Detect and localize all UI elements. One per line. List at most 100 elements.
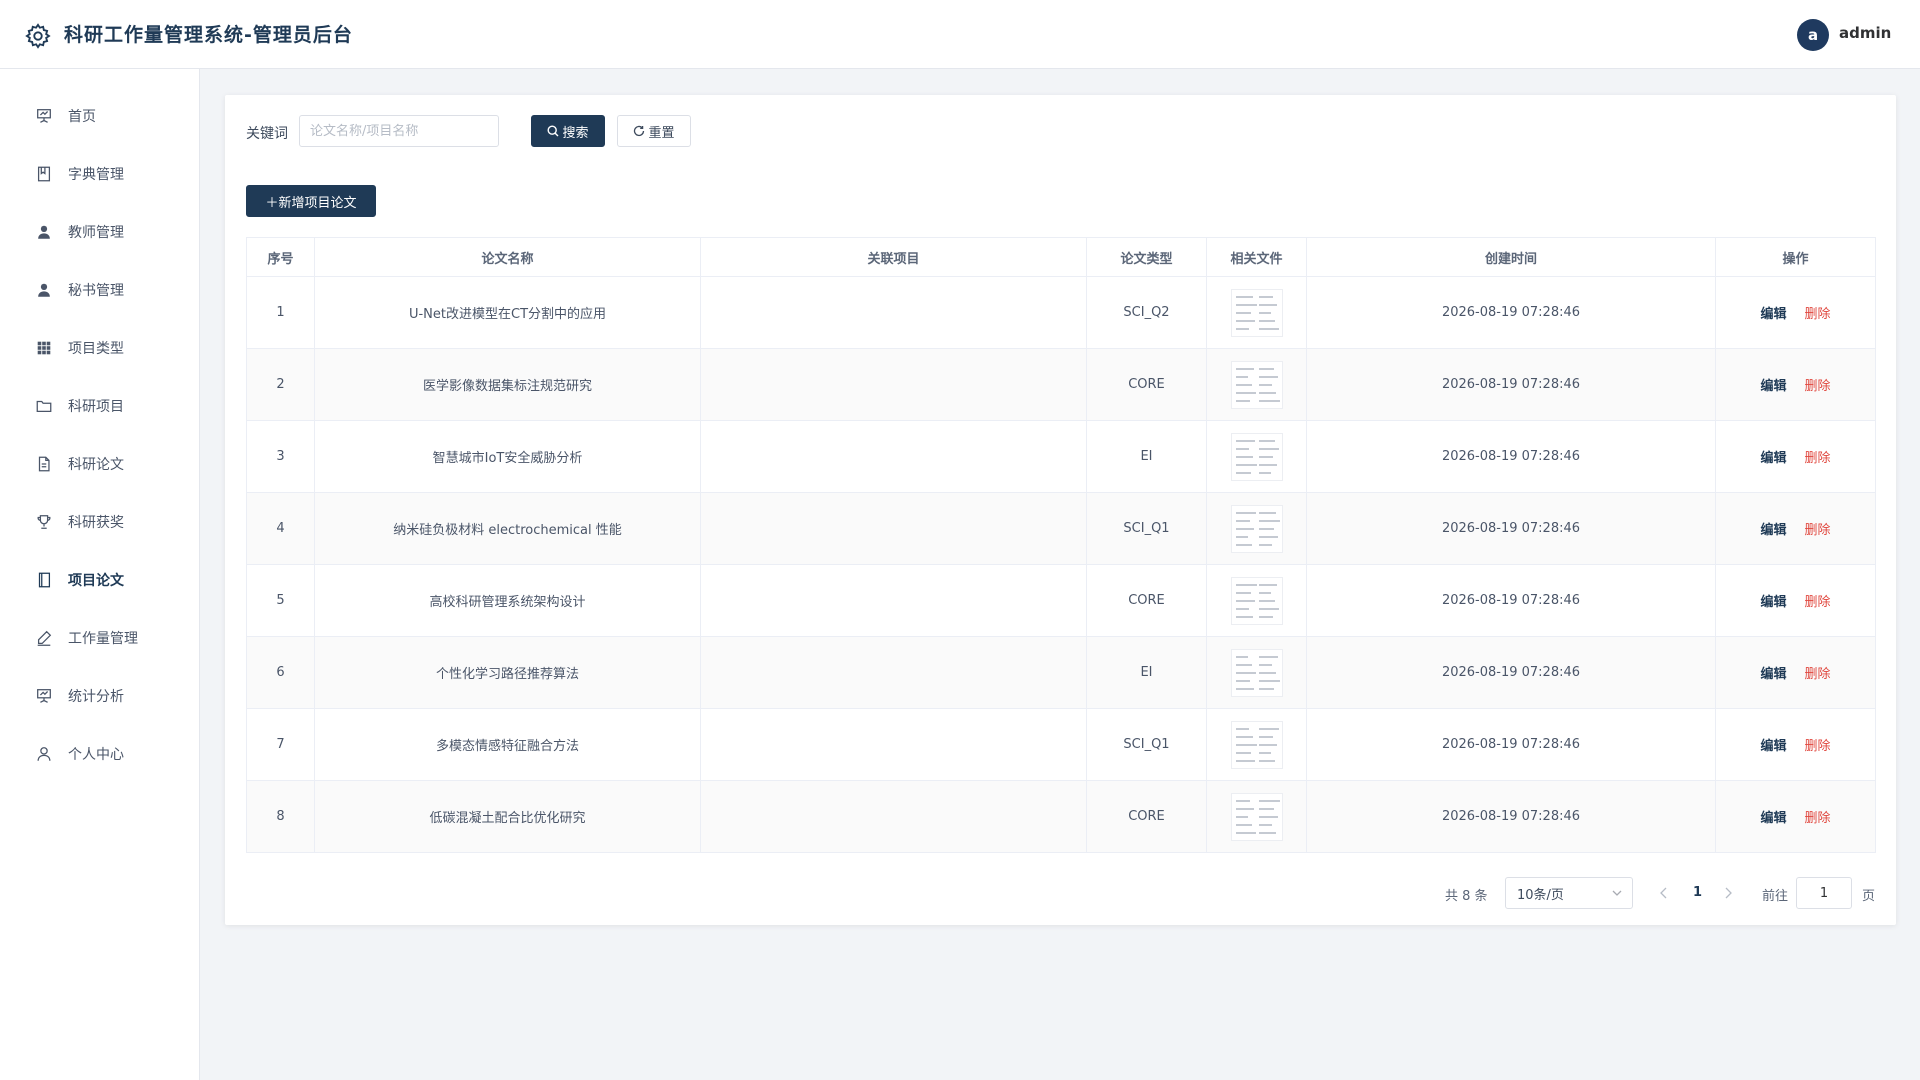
sidebar-item[interactable]: 教师管理: [0, 210, 199, 254]
pagination-current-page[interactable]: 1: [1693, 885, 1702, 900]
avatar[interactable]: a: [1797, 19, 1829, 51]
paper-name: 医学影像数据集标注规范研究: [315, 349, 701, 420]
column-header: 论文名称: [315, 238, 701, 276]
book-icon: [37, 166, 51, 182]
sidebar-item[interactable]: 首页: [0, 94, 199, 138]
sidebar-item-label: 科研项目: [68, 399, 124, 415]
sidebar-item-label: 个人中心: [68, 747, 124, 763]
goto-page-input[interactable]: [1796, 877, 1852, 909]
sidebar-item[interactable]: 科研获奖: [0, 500, 199, 544]
table-header-row: 序号 论文名称 关联项目 论文类型 相关文件 创建时间 操作: [246, 237, 1876, 277]
created-time: 2026-08-19 07:28:46: [1307, 781, 1716, 852]
notebook-icon: [38, 572, 51, 588]
document-thumbnail[interactable]: [1230, 576, 1283, 625]
chevron-right-icon[interactable]: [1723, 886, 1733, 900]
sidebar-item-label: 项目类型: [68, 341, 124, 357]
reset-button[interactable]: 重置: [617, 115, 691, 147]
related-project: [701, 421, 1087, 492]
sidebar-item[interactable]: 科研论文: [0, 442, 199, 486]
row-actions: 编辑 删除: [1716, 349, 1876, 420]
delete-button[interactable]: 删除: [1805, 447, 1831, 466]
created-time: 2026-08-19 07:28:46: [1307, 349, 1716, 420]
delete-button[interactable]: 删除: [1805, 591, 1831, 610]
paper-type: SCI_Q1: [1087, 493, 1207, 564]
search-icon: [547, 125, 559, 137]
keyword-input[interactable]: [299, 115, 499, 147]
delete-button[interactable]: 删除: [1805, 375, 1831, 394]
delete-button[interactable]: 删除: [1805, 519, 1831, 538]
page-size-select[interactable]: 10条/页: [1505, 877, 1633, 909]
sidebar-item-label: 科研论文: [68, 457, 124, 473]
edit-button[interactable]: 编辑: [1760, 735, 1786, 754]
sidebar-item[interactable]: 项目类型: [0, 326, 199, 370]
edit-button[interactable]: 编辑: [1760, 303, 1786, 322]
row-index: 2: [246, 349, 315, 420]
document-thumbnail[interactable]: [1230, 432, 1283, 481]
created-time: 2026-08-19 07:28:46: [1307, 637, 1716, 708]
keyword-label: 关键词: [246, 126, 288, 142]
paper-type: SCI_Q1: [1087, 709, 1207, 780]
username[interactable]: admin: [1839, 24, 1891, 42]
row-actions: 编辑 删除: [1716, 709, 1876, 780]
sidebar-item-label: 秘书管理: [68, 283, 124, 299]
column-header: 创建时间: [1307, 238, 1716, 276]
document-thumbnail[interactable]: [1230, 288, 1283, 337]
document-thumbnail[interactable]: [1230, 792, 1283, 841]
document-thumbnail[interactable]: [1230, 504, 1283, 553]
sidebar-item-label: 首页: [68, 109, 96, 125]
row-index: 8: [246, 781, 315, 852]
created-time: 2026-08-19 07:28:46: [1307, 493, 1716, 564]
presentation-icon: [37, 109, 51, 123]
delete-button[interactable]: 删除: [1805, 303, 1831, 322]
file-cell: [1207, 421, 1307, 492]
paper-type: CORE: [1087, 781, 1207, 852]
add-paper-button-label: ＋新增项目论文: [265, 195, 357, 211]
sidebar-item[interactable]: 科研项目: [0, 384, 199, 428]
pagination: 共 8 条 10条/页 1 前往 页: [225, 877, 1896, 909]
edit-button[interactable]: 编辑: [1760, 807, 1786, 826]
sidebar-item[interactable]: 个人中心: [0, 732, 199, 776]
edit-button[interactable]: 编辑: [1760, 447, 1786, 466]
row-index: 6: [246, 637, 315, 708]
document-icon: [38, 456, 50, 472]
chevron-left-icon[interactable]: [1659, 886, 1669, 900]
paper-type: CORE: [1087, 349, 1207, 420]
table-row: 4 纳米硅负极材料 electrochemical 性能 SCI_Q1 2026-08…: [246, 493, 1876, 565]
related-project: [701, 637, 1087, 708]
file-cell: [1207, 277, 1307, 348]
sidebar-item[interactable]: 秘书管理: [0, 268, 199, 312]
edit-button[interactable]: 编辑: [1760, 591, 1786, 610]
paper-name: 高校科研管理系统架构设计: [315, 565, 701, 636]
add-paper-button[interactable]: ＋新增项目论文: [246, 185, 376, 217]
sidebar: 首页字典管理教师管理秘书管理项目类型科研项目科研论文科研获奖项目论文工作量管理统…: [0, 69, 200, 1080]
search-button[interactable]: 搜索: [531, 115, 605, 147]
paper-name: 低碳混凝土配合比优化研究: [315, 781, 701, 852]
row-actions: 编辑 删除: [1716, 637, 1876, 708]
delete-button[interactable]: 删除: [1805, 807, 1831, 826]
delete-button[interactable]: 删除: [1805, 735, 1831, 754]
edit-button[interactable]: 编辑: [1760, 663, 1786, 682]
content-card: 关键词 搜索 重置 ＋新增项目论文 序号论文名称关联项目论文类型相关文件创建时间…: [225, 95, 1896, 925]
edit-button[interactable]: 编辑: [1760, 375, 1786, 394]
row-index: 7: [246, 709, 315, 780]
sidebar-item[interactable]: 统计分析: [0, 674, 199, 718]
created-time: 2026-08-19 07:28:46: [1307, 565, 1716, 636]
grid-icon: [37, 341, 51, 355]
related-project: [701, 493, 1087, 564]
row-index: 4: [246, 493, 315, 564]
sidebar-item[interactable]: 工作量管理: [0, 616, 199, 660]
sidebar-item[interactable]: 字典管理: [0, 152, 199, 196]
document-thumbnail[interactable]: [1230, 720, 1283, 769]
file-cell: [1207, 781, 1307, 852]
document-thumbnail[interactable]: [1230, 648, 1283, 697]
paper-name: U-Net改进模型在CT分割中的应用: [315, 277, 701, 348]
sidebar-item-label: 工作量管理: [68, 631, 138, 647]
sidebar-item[interactable]: 项目论文: [0, 558, 199, 602]
created-time: 2026-08-19 07:28:46: [1307, 421, 1716, 492]
column-header: 操作: [1716, 238, 1876, 276]
row-actions: 编辑 删除: [1716, 277, 1876, 348]
delete-button[interactable]: 删除: [1805, 663, 1831, 682]
edit-button[interactable]: 编辑: [1760, 519, 1786, 538]
paper-name: 多模态情感特征融合方法: [315, 709, 701, 780]
document-thumbnail[interactable]: [1230, 360, 1283, 409]
